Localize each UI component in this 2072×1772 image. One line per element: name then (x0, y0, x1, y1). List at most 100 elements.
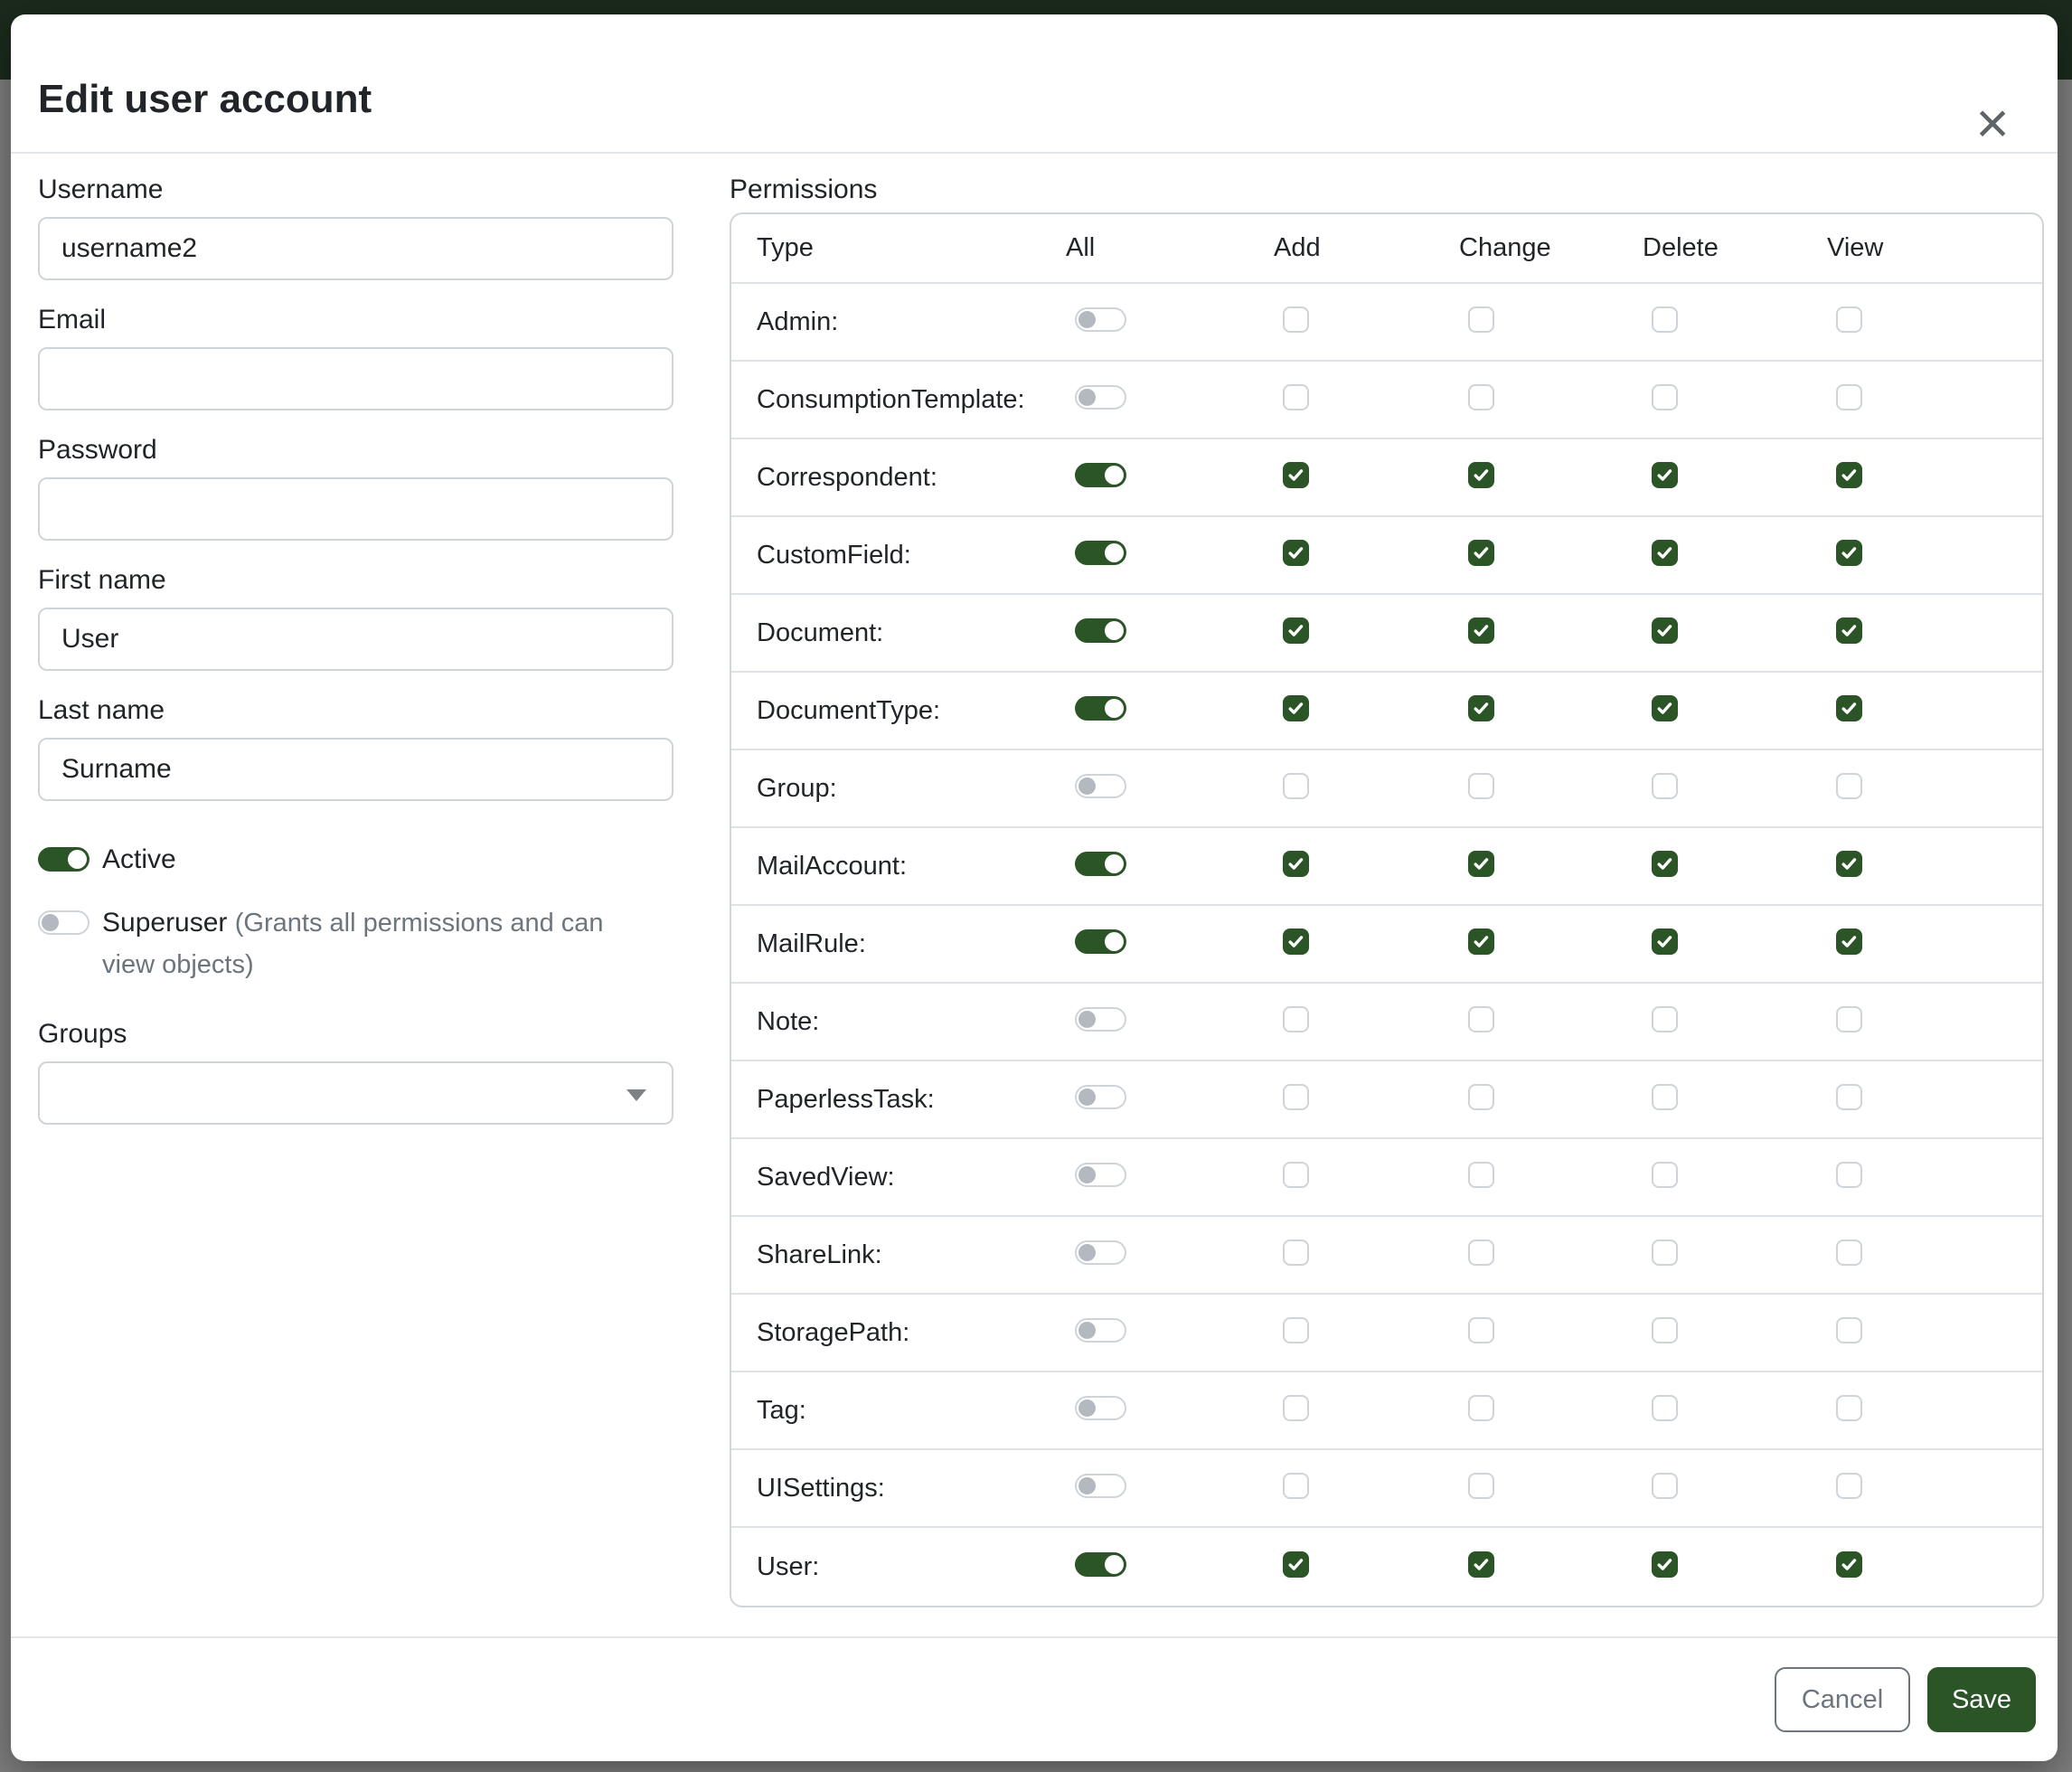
permission-view-checkbox[interactable] (1836, 540, 1862, 566)
permission-add-checkbox[interactable] (1283, 462, 1309, 488)
permission-add-checkbox[interactable] (1283, 695, 1309, 721)
permission-add-checkbox[interactable] (1283, 1317, 1309, 1343)
close-button[interactable]: × (1964, 94, 2021, 152)
last-name-input[interactable] (38, 738, 673, 801)
username-input[interactable] (38, 217, 673, 280)
permission-delete-checkbox[interactable] (1652, 773, 1678, 799)
permission-add-checkbox[interactable] (1283, 1162, 1309, 1188)
permission-view-checkbox[interactable] (1836, 462, 1862, 488)
permission-delete-checkbox[interactable] (1652, 462, 1678, 488)
permission-change-checkbox[interactable] (1468, 384, 1494, 410)
permission-view-checkbox[interactable] (1836, 1006, 1862, 1032)
permission-add-checkbox[interactable] (1283, 1395, 1309, 1421)
permission-change-checkbox[interactable] (1468, 773, 1494, 799)
permission-view-checkbox[interactable] (1836, 1473, 1862, 1499)
permission-all-toggle[interactable] (1075, 385, 1126, 410)
permission-delete-checkbox[interactable] (1652, 1551, 1678, 1578)
permission-delete-checkbox[interactable] (1652, 384, 1678, 410)
permission-view-checkbox[interactable] (1836, 1084, 1862, 1110)
permission-change-checkbox[interactable] (1468, 617, 1494, 644)
permission-add-checkbox[interactable] (1283, 1084, 1309, 1110)
permission-all-toggle[interactable] (1075, 774, 1126, 798)
permission-all-toggle[interactable] (1075, 618, 1126, 643)
permission-delete-checkbox[interactable] (1652, 1239, 1678, 1266)
permission-add-checkbox[interactable] (1283, 1473, 1309, 1499)
permission-add-checkbox[interactable] (1283, 1551, 1309, 1578)
permission-change-checkbox[interactable] (1468, 1473, 1494, 1499)
permission-add-checkbox[interactable] (1283, 540, 1309, 566)
edit-user-modal: Edit user account × Username Email Passw… (11, 14, 2058, 1761)
permission-change-checkbox[interactable] (1468, 1084, 1494, 1110)
permission-change-checkbox[interactable] (1468, 1317, 1494, 1343)
permission-delete-checkbox[interactable] (1652, 1395, 1678, 1421)
active-toggle[interactable] (38, 847, 89, 872)
first-name-input[interactable] (38, 608, 673, 671)
permission-change-checkbox[interactable] (1468, 928, 1494, 955)
permission-delete-checkbox[interactable] (1652, 1473, 1678, 1499)
permission-delete-checkbox[interactable] (1652, 1317, 1678, 1343)
permission-change-checkbox[interactable] (1468, 306, 1494, 333)
permission-all-toggle[interactable] (1075, 1318, 1126, 1343)
permission-all-toggle[interactable] (1075, 541, 1126, 565)
permission-delete-checkbox[interactable] (1652, 617, 1678, 644)
permission-view-checkbox[interactable] (1836, 928, 1862, 955)
groups-select[interactable] (38, 1061, 673, 1125)
permission-view-checkbox[interactable] (1836, 773, 1862, 799)
permission-delete-checkbox[interactable] (1652, 1162, 1678, 1188)
permission-change-checkbox[interactable] (1468, 1006, 1494, 1032)
permission-view-checkbox[interactable] (1836, 306, 1862, 333)
permission-all-toggle[interactable] (1075, 929, 1126, 954)
password-input[interactable] (38, 477, 673, 541)
cancel-button[interactable]: Cancel (1775, 1667, 1910, 1732)
email-input[interactable] (38, 347, 673, 410)
permission-view-checkbox[interactable] (1836, 1317, 1862, 1343)
superuser-toggle[interactable] (38, 910, 89, 935)
permission-view-checkbox[interactable] (1836, 1551, 1862, 1578)
permission-add-checkbox[interactable] (1283, 1006, 1309, 1032)
permission-add-checkbox[interactable] (1283, 1239, 1309, 1266)
permission-delete-checkbox[interactable] (1652, 540, 1678, 566)
permission-all-toggle[interactable] (1075, 1007, 1126, 1032)
permission-change-checkbox[interactable] (1468, 540, 1494, 566)
permission-change-checkbox[interactable] (1468, 851, 1494, 877)
permission-delete-checkbox[interactable] (1652, 928, 1678, 955)
permission-all-toggle[interactable] (1075, 1240, 1126, 1265)
permission-add-checkbox[interactable] (1283, 851, 1309, 877)
permission-view-checkbox[interactable] (1836, 695, 1862, 721)
permission-delete-checkbox[interactable] (1652, 851, 1678, 877)
permission-change-checkbox[interactable] (1468, 1551, 1494, 1578)
first-name-field-group: First name (38, 562, 684, 671)
permission-add-checkbox[interactable] (1283, 773, 1309, 799)
permission-all-toggle[interactable] (1075, 696, 1126, 721)
permission-delete-checkbox[interactable] (1652, 1006, 1678, 1032)
permission-delete-checkbox[interactable] (1652, 1084, 1678, 1110)
permission-add-checkbox[interactable] (1283, 384, 1309, 410)
permission-all-toggle[interactable] (1075, 852, 1126, 876)
permissions-column-header-delete: Delete (1643, 233, 1827, 263)
permission-change-checkbox[interactable] (1468, 1239, 1494, 1266)
permission-change-checkbox[interactable] (1468, 695, 1494, 721)
permission-all-toggle[interactable] (1075, 307, 1126, 332)
permission-view-checkbox[interactable] (1836, 1162, 1862, 1188)
permission-view-checkbox[interactable] (1836, 1239, 1862, 1266)
permission-change-checkbox[interactable] (1468, 1162, 1494, 1188)
permission-change-checkbox[interactable] (1468, 1395, 1494, 1421)
permission-add-checkbox[interactable] (1283, 617, 1309, 644)
permission-view-checkbox[interactable] (1836, 617, 1862, 644)
permission-all-toggle[interactable] (1075, 1474, 1126, 1498)
permission-delete-checkbox[interactable] (1652, 695, 1678, 721)
permission-change-checkbox[interactable] (1468, 462, 1494, 488)
permission-view-checkbox[interactable] (1836, 1395, 1862, 1421)
save-button[interactable]: Save (1927, 1667, 2036, 1732)
permission-view-checkbox[interactable] (1836, 851, 1862, 877)
permission-add-checkbox[interactable] (1283, 306, 1309, 333)
permission-add-checkbox[interactable] (1283, 928, 1309, 955)
permission-all-toggle[interactable] (1075, 1552, 1126, 1577)
modal-header: Edit user account × (11, 14, 2058, 154)
permission-view-checkbox[interactable] (1836, 384, 1862, 410)
permission-all-toggle[interactable] (1075, 463, 1126, 487)
permission-all-toggle[interactable] (1075, 1163, 1126, 1187)
permission-all-toggle[interactable] (1075, 1396, 1126, 1420)
permission-all-toggle[interactable] (1075, 1085, 1126, 1109)
permission-delete-checkbox[interactable] (1652, 306, 1678, 333)
